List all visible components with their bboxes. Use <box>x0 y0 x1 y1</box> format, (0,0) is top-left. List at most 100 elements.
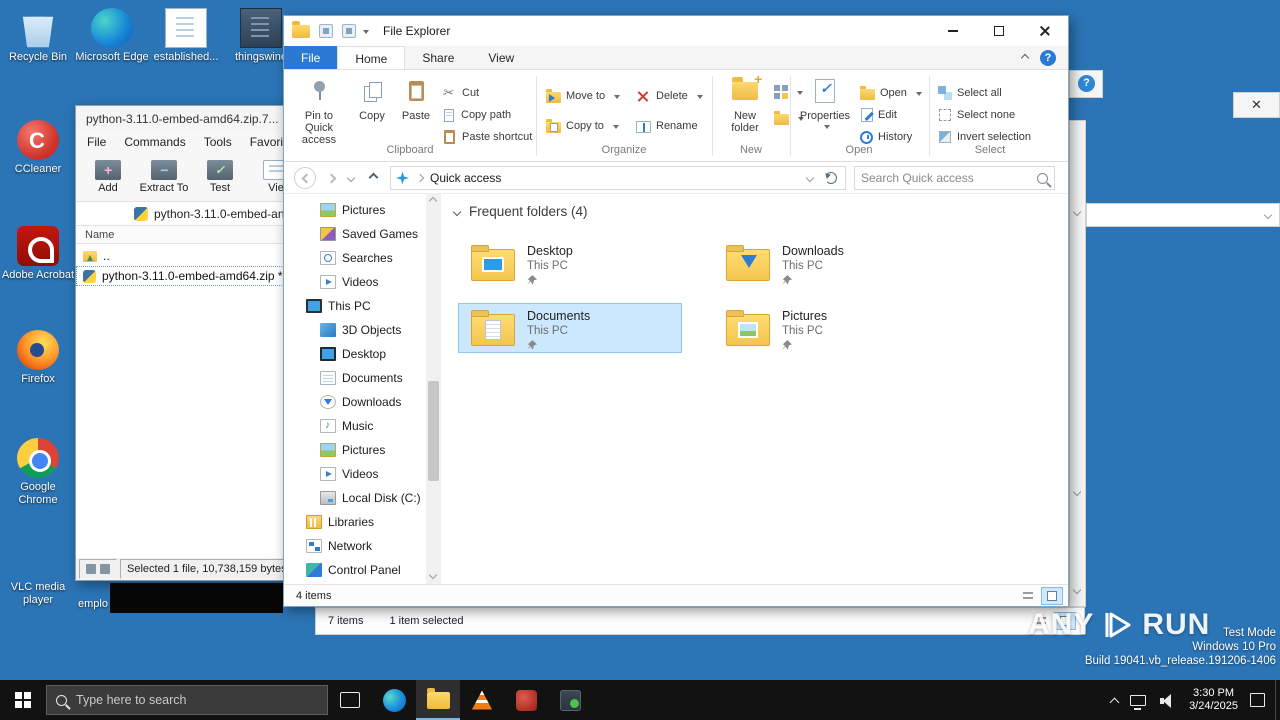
close-button[interactable] <box>1022 16 1068 46</box>
taskbar-app-icon-green[interactable] <box>548 680 592 720</box>
qat-icon-1[interactable] <box>319 24 333 38</box>
menu-item-tools[interactable]: Tools <box>195 135 241 149</box>
taskbar-app-icon-red[interactable] <box>504 680 548 720</box>
taskbar-edge-icon[interactable] <box>372 680 416 720</box>
show-desktop-button[interactable] <box>1275 680 1280 720</box>
move-to-button[interactable]: Move to <box>546 86 621 106</box>
search-input[interactable] <box>861 171 1037 185</box>
volume-icon[interactable] <box>1160 693 1175 708</box>
taskbar-vlc-icon[interactable] <box>460 680 504 720</box>
select-all-button[interactable]: Select all <box>938 83 1002 103</box>
large-icons-view-button[interactable] <box>1041 586 1063 605</box>
tab-file[interactable]: File <box>284 46 338 69</box>
nav-item-saved-games[interactable]: Saved Games <box>284 222 426 246</box>
close-icon[interactable]: ✕ <box>1234 93 1279 117</box>
task-view-button[interactable] <box>328 680 372 720</box>
nav-item-libraries[interactable]: Libraries <box>284 510 426 534</box>
maximize-button[interactable] <box>976 16 1022 46</box>
scrollbar-thumb[interactable] <box>428 381 439 481</box>
nav-item-local-disk-c[interactable]: Local Disk (C:) <box>284 486 426 510</box>
forward-button[interactable] <box>322 167 344 189</box>
nav-item-downloads[interactable]: Downloads <box>284 390 426 414</box>
qat-icon-2[interactable] <box>342 24 356 38</box>
explorer-titlebar[interactable]: File Explorer <box>284 16 1068 46</box>
desktop-icon-google-chrome[interactable]: Google Chrome <box>0 438 76 507</box>
nav-item-3d-objects[interactable]: 3D Objects <box>284 318 426 342</box>
background-window-dropdown[interactable] <box>1086 203 1280 227</box>
console-window[interactable] <box>110 583 283 613</box>
desktop-icon-recycle-bin[interactable]: Recycle Bin <box>0 8 76 64</box>
nav-item-documents[interactable]: Documents <box>284 366 426 390</box>
taskbar-explorer-icon[interactable] <box>416 680 460 720</box>
help-icon[interactable]: ? <box>1040 50 1056 66</box>
back-button[interactable] <box>294 167 316 189</box>
nav-item-videos-2[interactable]: Videos <box>284 462 426 486</box>
qat-dropdown-icon[interactable] <box>363 29 369 37</box>
breadcrumb[interactable]: Quick access <box>430 171 501 185</box>
desktop-icon-ccleaner[interactable]: CCleaner <box>0 120 76 176</box>
desktop-icon-adobe-acrobat[interactable]: Adobe Acrobat <box>0 226 76 282</box>
scroll-up-icon[interactable] <box>428 196 438 206</box>
navigation-scrollbar[interactable] <box>426 194 441 584</box>
tab-view[interactable]: View <box>471 46 531 69</box>
nav-item-searches[interactable]: Searches <box>284 246 426 270</box>
nav-item-desktop[interactable]: Desktop <box>284 342 426 366</box>
nav-item-control-panel[interactable]: Control Panel <box>284 558 426 582</box>
nav-item-music[interactable]: Music <box>284 414 426 438</box>
folder-tile-downloads[interactable]: Downloads This PC <box>713 238 937 288</box>
desktop-icon-label-partial: emplo <box>78 598 108 610</box>
nav-item-network[interactable]: Network <box>284 534 426 558</box>
help-icon[interactable]: ? <box>1078 75 1095 92</box>
taskbar-search[interactable] <box>46 685 328 715</box>
notification-center-icon[interactable] <box>1250 693 1265 707</box>
nav-item-this-pc[interactable]: This PC <box>284 294 426 318</box>
refresh-icon[interactable] <box>825 172 837 184</box>
tray-expand-icon[interactable] <box>1109 697 1120 708</box>
start-button[interactable] <box>0 680 46 720</box>
edit-button[interactable]: Edit <box>860 105 897 125</box>
folder-tile-desktop[interactable]: Desktop This PC <box>458 238 682 288</box>
background-window-scrollbar[interactable] <box>1069 120 1086 607</box>
paste-button[interactable]: Paste <box>394 75 438 122</box>
rename-button[interactable]: Rename <box>636 116 698 136</box>
network-icon[interactable] <box>1130 694 1147 710</box>
folder-tile-pictures[interactable]: Pictures This PC <box>713 303 937 353</box>
desktop-icon-firefox[interactable]: Firefox <box>0 330 76 386</box>
extract-to-button[interactable]: Extract To <box>136 159 192 194</box>
address-bar[interactable]: Quick access <box>390 166 846 190</box>
address-dropdown-icon[interactable] <box>805 173 815 183</box>
menu-item-file[interactable]: File <box>78 135 115 149</box>
copy-button[interactable]: Copy <box>352 75 392 122</box>
desktop-icon-vlc[interactable]: VLC media player <box>0 538 76 607</box>
nav-item-pictures-2[interactable]: Pictures <box>284 438 426 462</box>
copy-path-button[interactable]: Copy path <box>442 105 511 125</box>
ribbon-collapse-icon[interactable] <box>1020 53 1030 63</box>
search-icon[interactable] <box>1037 172 1048 184</box>
cut-button[interactable]: Cut <box>442 83 479 103</box>
menu-item-commands[interactable]: Commands <box>115 135 194 149</box>
folder-tile-documents[interactable]: Documents This PC <box>458 303 682 353</box>
add-button[interactable]: Add <box>80 159 136 194</box>
details-view-button[interactable] <box>1017 587 1039 605</box>
tab-share[interactable]: Share <box>405 46 471 69</box>
taskbar-clock[interactable]: 3:30 PM 3/24/2025 <box>1189 687 1238 713</box>
recent-locations-icon[interactable] <box>346 173 356 183</box>
delete-button[interactable]: Delete <box>636 86 703 106</box>
scroll-down-icon[interactable] <box>428 570 438 580</box>
new-folder-button[interactable]: New folder <box>720 73 770 134</box>
open-button[interactable]: Open <box>860 83 922 103</box>
taskbar-search-input[interactable] <box>76 693 318 707</box>
up-button[interactable] <box>364 170 382 186</box>
tab-home[interactable]: Home <box>337 46 406 69</box>
nav-item-pictures[interactable]: Pictures <box>284 198 426 222</box>
select-none-button[interactable]: Select none <box>938 105 1015 125</box>
properties-button[interactable]: Properties <box>798 75 852 130</box>
test-button[interactable]: Test <box>192 159 248 194</box>
pin-to-quick-access-button[interactable]: Pin to Quick access <box>290 75 348 146</box>
copy-to-button[interactable]: Copy to <box>546 116 619 136</box>
nav-item-videos[interactable]: Videos <box>284 270 426 294</box>
desktop-icon-microsoft-edge[interactable]: Microsoft Edge <box>74 8 150 64</box>
minimize-button[interactable] <box>930 16 976 46</box>
section-header-frequent-folders[interactable]: Frequent folders (4) <box>452 204 588 219</box>
desktop-icon-established[interactable]: established... <box>148 8 224 64</box>
